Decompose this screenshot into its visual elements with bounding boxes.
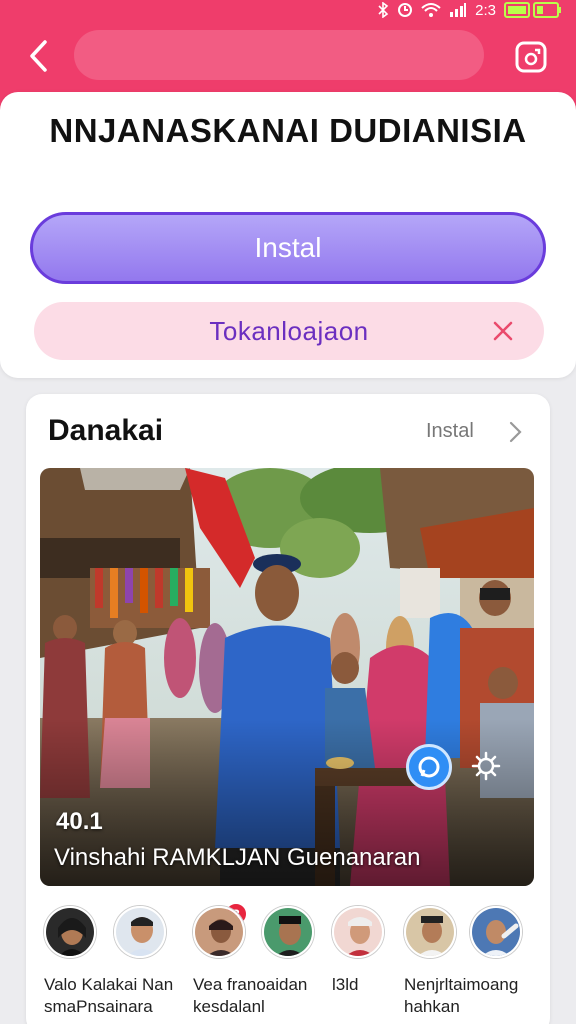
share-icon <box>515 41 547 73</box>
status-bar: 2:3 <box>377 0 562 20</box>
person-name: Valo Kalakai Nan smaPnsainara <box>44 975 174 1016</box>
chevron-right-icon[interactable] <box>505 419 525 445</box>
close-icon[interactable] <box>488 316 518 346</box>
token-banner[interactable]: Tokanloajaon <box>34 302 544 360</box>
media-caption: Vinshahi RAMKLJAN Guenanaran <box>54 844 421 871</box>
list-item[interactable] <box>470 906 560 958</box>
person-name: Nenjrltaimoang hahkan <box>404 975 519 1016</box>
settings-button[interactable] <box>466 746 506 786</box>
install-button-label: Instal <box>254 232 322 263</box>
signal-icon <box>449 2 467 18</box>
install-button[interactable]: Instal <box>30 212 546 284</box>
avatar <box>262 906 314 958</box>
section-link[interactable]: Instal <box>426 420 474 443</box>
address-bar[interactable] <box>74 30 484 80</box>
media-thumbnail[interactable] <box>40 468 534 886</box>
section-title: Danakai <box>48 414 164 447</box>
person-name: Vea franoaidan kesdalanl <box>193 975 308 1016</box>
people-row: Valo Kalakai Nan smaPnsainara 3 Vea fran… <box>40 902 540 1024</box>
share-button[interactable] <box>514 40 548 74</box>
media-view-count: 40.1 <box>56 808 103 835</box>
avatar <box>470 906 522 958</box>
chat-bubble-icon <box>418 756 440 778</box>
chevron-left-icon <box>30 40 47 72</box>
avatar <box>44 906 96 958</box>
list-item[interactable]: 3 <box>114 902 248 958</box>
avatar <box>404 906 456 958</box>
token-label: Tokanloajaon <box>209 315 369 346</box>
back-button[interactable] <box>22 36 54 76</box>
page-title: NNJANASKANAI DUDIANISIA <box>49 112 527 149</box>
bluetooth-icon <box>377 2 389 18</box>
avatar <box>193 906 245 958</box>
market-scene-image <box>40 468 534 886</box>
avatar <box>332 906 384 958</box>
battery-icon <box>504 2 562 18</box>
alarm-icon <box>397 2 413 18</box>
avatar <box>114 906 166 958</box>
chat-button[interactable] <box>406 744 452 790</box>
status-time: 2:3 <box>475 1 496 19</box>
gear-icon <box>471 751 501 781</box>
wifi-icon <box>421 2 441 18</box>
